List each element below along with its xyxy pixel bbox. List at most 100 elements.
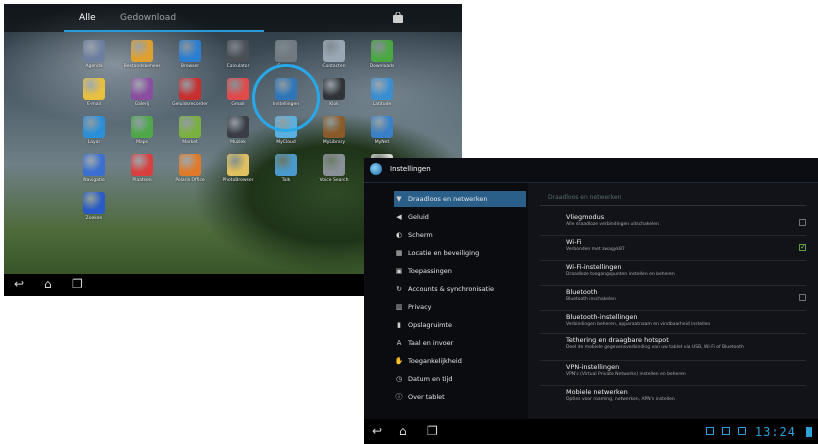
settings-row-5[interactable]: Tethering en draagbare hotspot Deel de mo… [566,336,806,351]
app-icon-17[interactable]: Muziek [214,116,262,145]
app-icon-26[interactable]: Voice Search [310,154,358,183]
app-glyph-icon [323,78,345,100]
row-divider [540,385,806,386]
recent-apps-icon[interactable]: ❐ [72,277,83,291]
app-label: Layar [87,140,101,145]
home-icon[interactable]: ⌂ [44,277,52,291]
sidebar-item-10[interactable]: ◷ Datum en tijd [394,371,526,387]
settings-row-4[interactable]: Bluetooth-instellingen Verbindingen beher… [566,313,806,328]
sidebar-item-8[interactable]: A Taal en invoer [394,335,526,351]
sidebar-item-6[interactable]: ▥ Privacy [394,299,526,315]
settings-row-title: Tethering en draagbare hotspot [566,336,669,344]
row-divider [540,285,806,286]
settings-header: Instellingen [364,158,818,183]
settings-row-6[interactable]: VPN-instellingen VPN's (Virtual Private N… [566,363,806,378]
settings-row-title: Vliegmodus [566,213,605,221]
app-icon-22[interactable]: Plaatsen [118,154,166,183]
app-icon-0[interactable]: Agenda [70,40,118,69]
sidebar-item-3[interactable]: ▦ Locatie en beveiliging [394,245,526,261]
app-icon-21[interactable]: Navigatie [70,154,118,183]
sidebar-item-icon: ⓘ [395,393,403,401]
sidebar-item-2[interactable]: ◐ Scherm [394,227,526,243]
back-icon[interactable]: ↩ [372,424,382,438]
app-icon-14[interactable]: Layar [70,116,118,145]
sidebar-item-11[interactable]: ⓘ Over tablet [394,389,526,405]
app-icon-13[interactable]: Latitude [358,78,406,107]
app-icon-6[interactable]: Downloads [358,40,406,69]
app-icon-16[interactable]: Market [166,116,214,145]
sidebar-item-label: Scherm [408,231,433,239]
checkbox-unchecked-icon[interactable] [799,294,806,301]
recent-apps-icon[interactable]: ❐ [427,424,438,438]
app-icon-15[interactable]: Maps [118,116,166,145]
settings-row-2[interactable]: Wi-Fi-instellingen Draadloze toegangspunt… [566,263,806,278]
sidebar-item-7[interactable]: ▮ Opslagruimte [394,317,526,333]
app-glyph-icon [275,154,297,176]
app-glyph-icon [371,116,393,138]
app-label: Market [182,140,198,145]
sidebar-item-icon: ◀ [396,213,402,221]
settings-row-summary: Verbindingen beheren, apparaatnaam en vi… [566,322,711,327]
app-label: Zoeken [85,216,103,221]
app-icon-1[interactable]: Bestandsbeheer [118,40,166,69]
sidebar-item-icon: ▼ [396,195,402,203]
sidebar-item-0[interactable]: ▼ Draadloos en netwerken [394,191,526,207]
settings-row-3[interactable]: Bluetooth Bluetooth inschakelen [566,288,806,303]
app-label: Galerij [134,102,150,107]
app-icon-19[interactable]: MyLibrary [310,116,358,145]
app-icon-3[interactable]: Calculator [214,40,262,69]
app-icon-25[interactable]: Talk [262,154,310,183]
sidebar-item-1[interactable]: ◀ Geluid [394,209,526,225]
app-icon-28[interactable]: Zoeken [70,192,118,221]
home-icon[interactable]: ⌂ [399,424,407,438]
app-icon-2[interactable]: Browser [166,40,214,69]
app-glyph-icon [179,116,201,138]
app-icon-24[interactable]: PhotoBrowser [214,154,262,183]
app-icon-8[interactable]: Galerij [118,78,166,107]
settings-row-summary: Deel de mobiele gegevensverbinding van u… [566,345,744,350]
sidebar-item-label: Opslagruimte [408,321,453,329]
row-divider [540,260,806,261]
settings-row-title: Mobiele netwerken [566,388,628,396]
settings-row-summary: Alle draadloze verbindingen uitschakelen [566,222,659,227]
app-label: Polaris Office [175,178,205,183]
app-glyph-icon [83,78,105,100]
app-label: Voice Search [319,178,349,183]
app-label: Browser [180,64,200,69]
sidebar-item-5[interactable]: ↻ Accounts & synchronisatie [394,281,526,297]
market-store-icon[interactable] [392,12,404,24]
sidebar-item-icon: ▣ [395,267,403,275]
app-icon-7[interactable]: E-mail [70,78,118,107]
app-glyph-icon [227,40,249,62]
settings-row-7[interactable]: Mobiele netwerken Opties voor roaming, ne… [566,388,806,403]
settings-row-0[interactable]: Vliegmodus Alle draadloze verbindingen ui… [566,213,806,228]
sidebar-item-icon: A [396,339,402,347]
row-divider [540,235,806,236]
app-label: Calculator [226,64,250,69]
tab-downloaded[interactable]: Gedownload [120,13,176,23]
app-icon-23[interactable]: Polaris Office [166,154,214,183]
settings-row-title: Bluetooth-instellingen [566,313,638,321]
settings-row-title: Wi-Fi-instellingen [566,263,622,271]
storage-icon [722,427,730,435]
app-icon-9[interactable]: Geluidsrecorder [166,78,214,107]
notification-icon[interactable] [706,427,714,435]
settings-row-title: Wi-Fi [566,238,582,246]
sidebar-item-icon: ✋ [394,357,404,365]
settings-row-1[interactable]: Wi-Fi Verbonden met zwagyk87 ✓ [566,238,806,253]
app-icon-5[interactable]: Contacten [310,40,358,69]
app-icon-20[interactable]: MyNet [358,116,406,145]
tab-all[interactable]: Alle [79,13,96,23]
row-divider [540,360,806,361]
checkbox-unchecked-icon[interactable] [799,219,806,226]
settings-row-summary: VPN's (Virtual Private Networks) instell… [566,372,686,377]
sidebar-item-label: Geluid [408,213,429,221]
app-label: Latitude [372,102,392,107]
back-icon[interactable]: ↩ [14,277,24,291]
drawer-tab-bar: Alle Gedownload [4,4,462,32]
sidebar-item-label: Datum en tijd [408,375,453,383]
sidebar-item-9[interactable]: ✋ Toegankelijkheid [394,353,526,369]
checkbox-checked-icon[interactable]: ✓ [799,244,806,251]
sidebar-item-4[interactable]: ▣ Toepassingen [394,263,526,279]
settings-row-summary: Draadloze toegangspunten instellen en be… [566,272,675,277]
